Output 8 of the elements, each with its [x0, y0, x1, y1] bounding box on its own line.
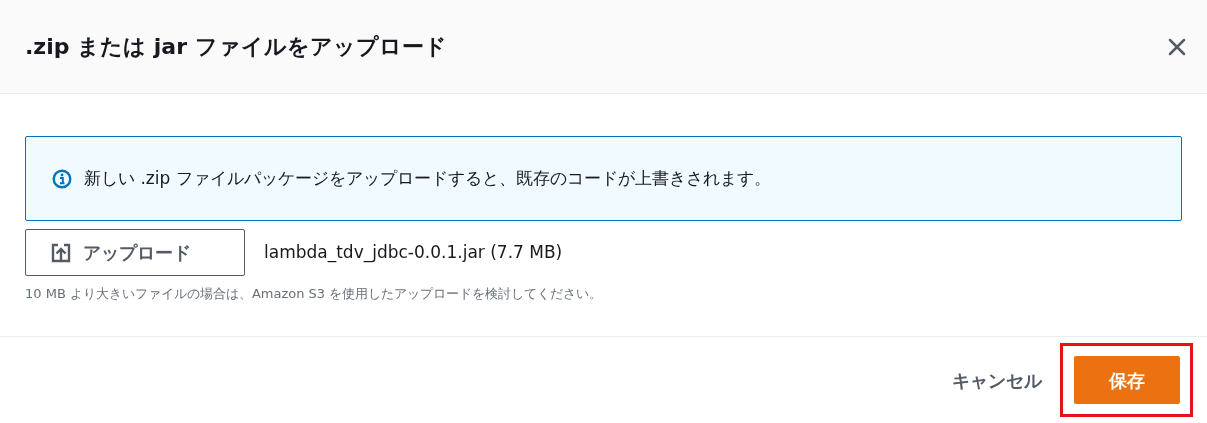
upload-icon: [51, 242, 71, 263]
dialog-title: .zip または jar ファイルをアップロード: [25, 33, 447, 61]
file-name: lambda_tdv_jdbc-0.0.1.jar (7.7 MB): [264, 240, 563, 265]
hint-text: 10 MB より大きいファイルの場合は、Amazon S3 を使用したアップロードを検討してください。: [25, 285, 604, 303]
upload-button[interactable]: アップロード: [25, 229, 245, 276]
info-icon: [52, 168, 72, 189]
info-message: 新しい .zip ファイルパッケージをアップロードすると、既存のコードが上書きされます。: [84, 166, 771, 190]
cancel-button[interactable]: キャンセル: [950, 366, 1044, 394]
